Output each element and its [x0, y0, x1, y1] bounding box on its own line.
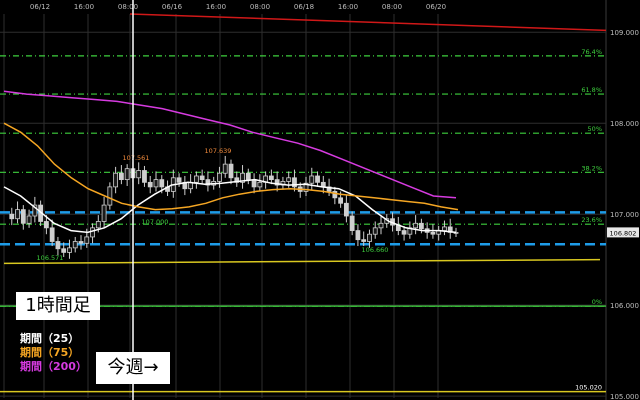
candle-body [228, 163, 234, 179]
x-tick-label: 06/16 [162, 3, 183, 11]
candle-body [84, 236, 90, 244]
candle-body [367, 233, 372, 242]
candle-body [349, 215, 355, 231]
candle-body [136, 170, 142, 179]
fib-label: 23.6% [581, 216, 602, 224]
candle-body [61, 248, 67, 253]
candle-body [217, 172, 222, 182]
candle-body [118, 172, 124, 181]
candle-body [147, 181, 153, 188]
price-annotation: 107.000 [142, 218, 169, 226]
candle-body [9, 213, 15, 220]
x-tick-label: 16:00 [206, 3, 226, 11]
legend-item-ma25: 期間（25） [20, 332, 80, 345]
candle-body [159, 179, 165, 188]
candle-body [309, 175, 315, 184]
candle-body [107, 186, 113, 206]
legend-item-ma200: 期間（200） [20, 360, 87, 373]
price-annotation: 107.639 [205, 147, 232, 155]
candle-body [193, 175, 199, 183]
fib-label: 61.8% [581, 86, 602, 94]
candle-body [286, 177, 292, 182]
candle-body [101, 204, 107, 222]
y-tick-label: 107.000 [610, 211, 639, 219]
y-tick-label: 108.000 [610, 120, 639, 128]
x-tick-label: 06/20 [426, 3, 446, 11]
timeframe-label: 1時間足 [16, 292, 100, 320]
candle-body [72, 241, 78, 249]
candle-body [95, 221, 101, 229]
this-week-label: 今週→ [96, 352, 170, 384]
candle-body [361, 239, 367, 242]
y-tick-label: 109.000 [610, 29, 639, 37]
candle-body [55, 241, 61, 250]
legend-item-ma75: 期間（75） [20, 346, 80, 359]
x-tick-label: 06/18 [294, 3, 314, 11]
x-tick-label: 06/12 [30, 3, 50, 11]
candle-body [343, 202, 349, 217]
candle-body [199, 175, 205, 181]
x-tick-label: 16:00 [74, 3, 94, 11]
candle-body [401, 230, 407, 235]
candle-body [26, 215, 32, 224]
candle-body [20, 209, 26, 224]
candle-body [15, 209, 20, 220]
candle-body [124, 168, 130, 181]
current-price-marker: 106.802 [607, 227, 639, 238]
candle-body [176, 177, 182, 183]
candle-body [413, 222, 419, 229]
candle-body [67, 247, 72, 253]
candle-body [90, 227, 95, 238]
candle-body [315, 175, 320, 183]
price-annotation: 106.660 [362, 246, 389, 254]
price-annotation: 107.561 [123, 154, 150, 162]
candle-body [372, 227, 378, 235]
candle-body [430, 231, 436, 235]
fib-label: 38.2% [581, 164, 602, 172]
candle-body [49, 227, 55, 242]
candle-body [355, 230, 361, 241]
candle-body [251, 179, 257, 188]
candle-body [78, 241, 84, 244]
candle-body [113, 172, 119, 188]
x-tick-label: 08:00 [118, 3, 138, 11]
fib-label: 50% [588, 125, 602, 133]
candle-body [338, 197, 344, 204]
candle-body [222, 163, 228, 174]
x-tick-label: 08:00 [382, 3, 402, 11]
candle-body [418, 222, 424, 230]
x-tick-label: 08:00 [250, 3, 270, 11]
candle-body [142, 170, 147, 183]
ma-legend: 期間（25） 期間（75） 期間（200） [20, 332, 87, 374]
candle-body [442, 226, 447, 231]
candle-body [378, 222, 384, 229]
x-tick-label: 16:00 [338, 3, 358, 11]
candle-body [268, 175, 274, 181]
price-annotation: 106.571 [37, 254, 64, 262]
level-label: 105.020 [575, 384, 602, 392]
current-price-label: 106.802 [610, 229, 637, 237]
price-chart: 06/12 16:00 08:00 06/16 16:00 08:00 06/18 16:00… [0, 0, 640, 400]
fib-label: 0% [592, 298, 602, 306]
candle-body [153, 179, 159, 188]
y-tick-label: 105.000 [610, 393, 639, 400]
fib-label: 76.4% [581, 48, 602, 56]
candle-body [257, 181, 263, 188]
chart-background [0, 0, 640, 400]
candle-body [43, 221, 49, 229]
candle-body [245, 172, 251, 181]
y-tick-label: 106.000 [610, 302, 639, 310]
